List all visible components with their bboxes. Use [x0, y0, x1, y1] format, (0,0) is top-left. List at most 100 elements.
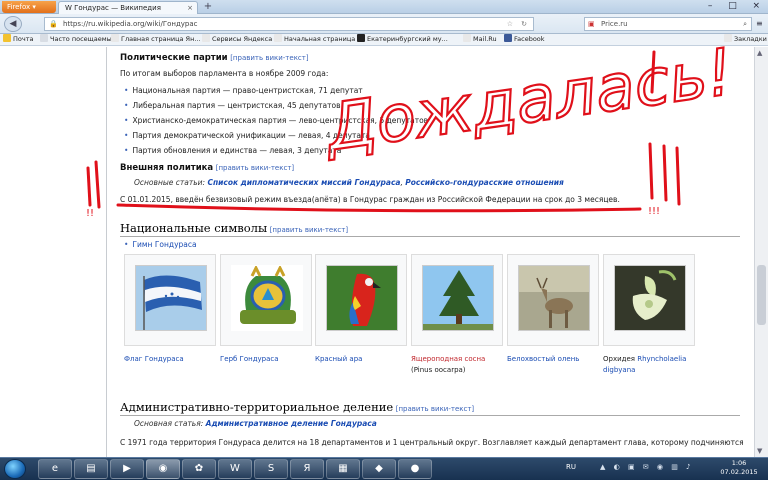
- gallery-deer[interactable]: [507, 254, 599, 346]
- macaw-graphic: [327, 266, 397, 330]
- gallery-flag[interactable]: [124, 254, 216, 346]
- flag-graphic: [136, 266, 206, 330]
- orchid-image: [614, 265, 686, 331]
- section-divider: [120, 236, 740, 237]
- vertical-scrollbar[interactable]: ▲ ▼: [754, 47, 768, 457]
- list-item: Партия обновления и единства — левая, 3 …: [124, 146, 341, 155]
- browser-tab[interactable]: W Гондурас — Википедия ×: [58, 1, 198, 14]
- gallery-pine[interactable]: [411, 254, 503, 346]
- parties-heading: Политические партии: [120, 53, 228, 63]
- taskbar-app2-icon[interactable]: ●: [398, 459, 432, 479]
- list-item: Национальная партия — право-центристская…: [124, 86, 362, 95]
- admin-main-article: Основная статья: Административное делени…: [134, 419, 377, 428]
- url-bar[interactable]: 🔒 https://ru.wikipedia.org/wiki/Гондурас…: [44, 17, 534, 31]
- bookmark-yandex-main[interactable]: Главная страница Ян...: [111, 34, 201, 45]
- clock[interactable]: 1:06 07.02.2015: [716, 459, 762, 477]
- bookmark-facebook[interactable]: Facebook: [504, 34, 545, 45]
- taskbar-skype-icon[interactable]: S: [254, 459, 288, 479]
- close-tab-icon[interactable]: ×: [187, 2, 193, 14]
- taskbar-ie-icon[interactable]: e: [38, 459, 72, 479]
- bookmarks-menu[interactable]: Закладки: [724, 34, 767, 45]
- search-engine-label: Price.ru: [601, 20, 628, 28]
- caption-macaw[interactable]: Красный ара: [315, 354, 362, 365]
- search-bar[interactable]: ▣ Price.ru ⌕: [584, 17, 752, 31]
- content-left-border: [106, 47, 107, 457]
- lock-icon: 🔒: [49, 20, 58, 28]
- bookmark-start-page[interactable]: Начальная страница: [274, 34, 355, 45]
- symbols-heading-row: Национальные символы [править вики-текст…: [120, 221, 348, 235]
- close-window-icon[interactable]: ×: [753, 0, 761, 14]
- caption-coat-of-arms[interactable]: Герб Гондураса: [220, 354, 279, 365]
- admin-division-link[interactable]: Административное деление Гондураса: [206, 419, 377, 428]
- parties-heading-row: Политические партии [править вики-текст]: [120, 53, 309, 63]
- russia-honduras-relations-link[interactable]: Российско-гондурасские отношения: [405, 178, 564, 187]
- caption-orchid[interactable]: Орхидея Rhyncholaelia: [603, 354, 686, 365]
- bookmark-yandex-services[interactable]: Сервисы Яндекса: [202, 34, 272, 45]
- taskbar-yandex-icon[interactable]: Я: [290, 459, 324, 479]
- foreign-edit-link[interactable]: [править вики-текст]: [216, 164, 294, 172]
- firefox-menu-button[interactable]: Firefox ▾: [2, 1, 56, 13]
- gallery-macaw[interactable]: [315, 254, 407, 346]
- taskbar-media-icon[interactable]: ▶: [110, 459, 144, 479]
- caption-flag[interactable]: Флаг Гондураса: [124, 354, 184, 365]
- taskbar-word-icon[interactable]: W: [218, 459, 252, 479]
- admin-heading-row: Административно-территориальное деление …: [120, 400, 474, 414]
- window-controls: – □ ×: [700, 0, 768, 14]
- admin-edit-link[interactable]: [править вики-текст]: [396, 405, 474, 413]
- language-indicator[interactable]: RU: [566, 463, 576, 471]
- taskbar-app-icon[interactable]: ◆: [362, 459, 396, 479]
- admin-heading: Административно-территориальное деление: [120, 400, 394, 414]
- reload-icon[interactable]: ↻: [521, 18, 527, 30]
- search-engine-icon: ▣: [588, 20, 595, 28]
- scroll-down-icon[interactable]: ▼: [757, 447, 762, 455]
- coat-of-arms-image: [231, 265, 303, 331]
- parties-intro: По итогам выборов парламента в ноябре 20…: [120, 69, 329, 78]
- taskbar-icq-icon[interactable]: ✿: [182, 459, 216, 479]
- section-divider: [120, 415, 740, 416]
- maximize-icon[interactable]: □: [728, 0, 737, 14]
- admin-paragraph: С 1971 года территория Гондураса делится…: [120, 438, 744, 447]
- caption-orchid-species[interactable]: digbyana: [603, 365, 635, 376]
- scroll-up-icon[interactable]: ▲: [757, 49, 762, 57]
- list-item: Христианско-демократическая партия — лев…: [124, 116, 428, 125]
- wikipedia-w-icon: W: [65, 4, 75, 12]
- bookmarks-bar: Почта Часто посещаемые Главная страница …: [0, 34, 768, 46]
- scroll-thumb[interactable]: [757, 265, 766, 325]
- new-tab-button[interactable]: +: [200, 2, 216, 13]
- bookmark-mail[interactable]: Почта: [3, 34, 33, 45]
- symbols-edit-link[interactable]: [править вики-текст]: [270, 226, 348, 234]
- gallery-orchid[interactable]: [603, 254, 695, 346]
- taskbar-explorer-icon[interactable]: ▤: [74, 459, 108, 479]
- anthem-link[interactable]: Гимн Гондураса: [124, 240, 196, 249]
- clock-date: 07.02.2015: [720, 468, 758, 476]
- back-arrow-icon[interactable]: ◀: [4, 16, 22, 32]
- taskbar-folder-icon[interactable]: ▦: [326, 459, 360, 479]
- caption-deer[interactable]: Белохвостый олень: [507, 354, 579, 365]
- deer-image: [518, 265, 590, 331]
- list-item: Либеральная партия — центристская, 45 де…: [124, 101, 340, 110]
- caption-pine[interactable]: Ящероподная сосна: [411, 354, 485, 365]
- bookmark-ekb-museum[interactable]: Екатеринбургский му...: [357, 34, 448, 45]
- list-item: Партия демократической унификации — лева…: [124, 131, 370, 140]
- foreign-heading-row: Внешняя политика [править вики-текст]: [120, 163, 294, 173]
- pine-image: [422, 265, 494, 331]
- taskbar-firefox-icon[interactable]: ◉: [146, 459, 180, 479]
- diplomatic-missions-link[interactable]: Список дипломатических миссий Гондураса: [207, 178, 400, 187]
- tray-icons: ▲ ◐ ▣ ✉ ◉ ▥ ♪: [600, 463, 694, 471]
- wiki-page: Политические партии [править вики-текст]…: [0, 47, 754, 457]
- minimize-icon[interactable]: –: [708, 0, 713, 14]
- visa-note: С 01.01.2015, введён безвизовый режим въ…: [120, 195, 620, 204]
- start-button[interactable]: [4, 459, 26, 479]
- macaw-image: [326, 265, 398, 331]
- gallery-coat-of-arms[interactable]: [220, 254, 312, 346]
- caption-pine-latin: (Pinus oocarpa): [411, 366, 466, 374]
- menu-icon[interactable]: ≡: [756, 17, 766, 31]
- foreign-main-articles: Основные статьи: Список дипломатических …: [134, 178, 564, 187]
- foreign-heading: Внешняя политика: [120, 163, 214, 173]
- bookmark-frequent[interactable]: Часто посещаемые: [40, 34, 116, 45]
- orchid-graphic: [615, 266, 685, 330]
- bookmark-mailru[interactable]: Mail.Ru: [463, 34, 497, 45]
- search-icon[interactable]: ⌕: [743, 18, 747, 30]
- parties-edit-link[interactable]: [править вики-текст]: [230, 54, 308, 62]
- bookmark-star-icon[interactable]: ☆: [507, 18, 513, 30]
